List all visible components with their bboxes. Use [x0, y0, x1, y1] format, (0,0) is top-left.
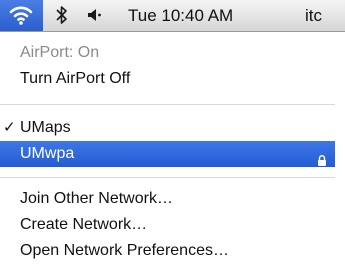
join-other-network-item[interactable]: Join Other Network…: [0, 186, 335, 212]
airport-status: AirPort: On: [0, 40, 335, 66]
turn-airport-off-label: Turn AirPort Off: [20, 70, 131, 87]
network-name: UMwpa: [20, 145, 75, 162]
airport-menu-extra[interactable]: [0, 0, 43, 31]
open-network-preferences-item[interactable]: Open Network Preferences…: [0, 238, 335, 264]
user-menu-partial[interactable]: itc: [305, 6, 322, 26]
menu-bar-clock[interactable]: Tue 10:40 AM: [128, 6, 233, 26]
airport-menu: AirPort: On Turn AirPort Off ✓ UMaps UMw…: [0, 32, 345, 272]
network-item-umaps[interactable]: ✓ UMaps: [0, 115, 335, 141]
menu-separator: [0, 104, 335, 105]
join-other-network-label: Join Other Network…: [20, 190, 173, 207]
create-network-item[interactable]: Create Network…: [0, 212, 335, 238]
create-network-label: Create Network…: [20, 216, 148, 233]
menu-bar: Tue 10:40 AM itc: [0, 0, 345, 32]
volume-icon[interactable]: [87, 6, 103, 28]
bluetooth-icon[interactable]: [56, 5, 68, 30]
network-item-umwpa[interactable]: UMwpa: [0, 141, 335, 167]
menu-separator: [0, 177, 335, 178]
wifi-icon: [9, 6, 33, 25]
open-network-preferences-label: Open Network Preferences…: [20, 242, 229, 259]
turn-airport-off-item[interactable]: Turn AirPort Off: [0, 66, 335, 92]
lock-icon: [317, 149, 327, 175]
checkmark-icon: ✓: [3, 119, 16, 136]
network-name: UMaps: [20, 119, 71, 136]
airport-status-label: AirPort: On: [20, 44, 100, 61]
